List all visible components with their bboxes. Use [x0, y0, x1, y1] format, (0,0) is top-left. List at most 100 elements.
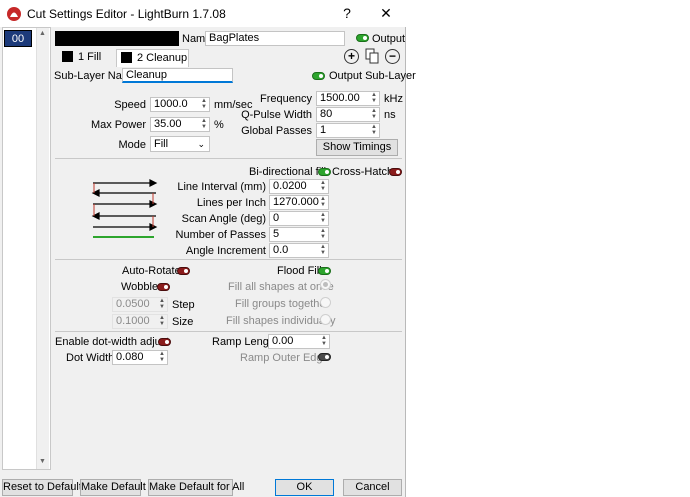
flood-fill-label: Flood Fill: [277, 265, 322, 277]
tab-label: 2 Cleanup: [137, 52, 188, 64]
frequency-label: Frequency: [260, 93, 312, 105]
output-sublayer-toggle[interactable]: [312, 72, 325, 80]
spinner-icon[interactable]: ▲ ▼: [319, 180, 327, 193]
ok-button[interactable]: OK: [275, 479, 334, 496]
tab-1-fill[interactable]: 1 Fill: [62, 49, 116, 67]
wobble-label: Wobble: [121, 281, 159, 293]
cross-hatch-toggle[interactable]: [389, 168, 402, 176]
sublayer-name-input[interactable]: Cleanup: [122, 68, 233, 83]
spinner-icon[interactable]: ▲ ▼: [319, 244, 327, 257]
angle-increment-label: Angle Increment: [185, 245, 266, 257]
reset-to-default-button[interactable]: Reset to Default: [2, 479, 82, 496]
output-label: Output: [372, 33, 406, 45]
ramp-length-value: 0.00: [272, 335, 294, 347]
dot-width-label: Dot Width:: [66, 352, 118, 364]
auto-rotate-label: Auto-Rotate: [122, 265, 181, 277]
lines-per-inch-input[interactable]: 1270.000 ▲ ▼: [269, 195, 329, 210]
mode-select[interactable]: Fill ⌄: [150, 136, 210, 152]
fill-all-label: Fill all shapes at once: [228, 281, 334, 293]
angle-increment-input[interactable]: 0.0 ▲ ▼: [269, 243, 329, 258]
max-power-input[interactable]: 35.00 ▲ ▼: [150, 117, 210, 132]
speed-input[interactable]: 1000.0 ▲ ▼: [150, 97, 210, 112]
ramp-outer-edge-toggle[interactable]: [318, 353, 331, 361]
ramp-length-input[interactable]: 0.00 ▲ ▼: [268, 334, 330, 349]
global-passes-value: 1: [320, 124, 327, 136]
cross-hatch-label: Cross-Hatch: [332, 166, 394, 178]
step-input[interactable]: 0.0500 ▲ ▼: [112, 297, 168, 312]
spinner-icon[interactable]: ▲ ▼: [319, 212, 327, 225]
qpulse-input[interactable]: 80 ▲ ▼: [316, 107, 380, 122]
spinner-icon[interactable]: ▲ ▼: [158, 315, 166, 328]
bidirectional-fill-diagram-icon: [91, 179, 158, 238]
tab-2-cleanup[interactable]: 2 Cleanup: [116, 49, 189, 67]
name-input[interactable]: BagPlates: [205, 31, 345, 46]
spinner-icon[interactable]: ▲ ▼: [319, 228, 327, 241]
fill-individually-label: Fill shapes individually: [226, 315, 336, 327]
speed-value: 1000.0: [154, 98, 188, 110]
frequency-value: 1500.00: [320, 92, 360, 104]
dot-width-input[interactable]: 0.080 ▲ ▼: [112, 350, 168, 365]
add-sublayer-icon[interactable]: +: [344, 49, 359, 64]
chevron-down-icon: ⌄: [197, 139, 205, 149]
number-of-passes-label: Number of Passes: [175, 229, 266, 241]
spinner-icon[interactable]: ▲ ▼: [319, 196, 327, 209]
ramp-outer-edge-label: Ramp Outer Edge: [240, 352, 329, 364]
flood-fill-toggle[interactable]: [318, 267, 331, 275]
fill-groups-label: Fill groups together: [235, 298, 330, 310]
dot-width-value: 0.080: [116, 351, 144, 363]
output-sublayer-label: Output Sub-Layer: [329, 70, 416, 82]
layer-color-swatch: [55, 31, 179, 46]
scroll-down-icon[interactable]: ▼: [39, 458, 46, 465]
qpulse-value: 80: [320, 108, 333, 120]
tab-label: 1 Fill: [78, 51, 102, 63]
fill-groups-radio[interactable]: [320, 297, 331, 308]
spinner-icon[interactable]: ▲ ▼: [158, 351, 166, 364]
size-input[interactable]: 0.1000 ▲ ▼: [112, 314, 168, 329]
make-default-button[interactable]: Make Default: [80, 479, 146, 496]
tab-swatch: [121, 52, 132, 63]
line-interval-value: 0.0200: [273, 180, 307, 192]
size-label: Size: [172, 316, 194, 328]
make-default-for-all-button[interactable]: Make Default for All: [148, 479, 244, 496]
spinner-icon[interactable]: ▲ ▼: [370, 124, 378, 137]
number-of-passes-input[interactable]: 5 ▲ ▼: [269, 227, 329, 242]
output-toggle[interactable]: [356, 34, 369, 42]
fill-individually-radio[interactable]: [320, 314, 331, 325]
spinner-icon[interactable]: ▲ ▼: [158, 298, 166, 311]
qpulse-unit: ns: [384, 109, 396, 121]
layer-list-scrollbar[interactable]: ▲ ▼: [36, 28, 49, 469]
scan-angle-label: Scan Angle (deg): [181, 213, 266, 225]
bidirectional-fill-toggle[interactable]: [318, 168, 331, 176]
scan-angle-input[interactable]: 0 ▲ ▼: [269, 211, 329, 226]
spinner-icon[interactable]: ▲ ▼: [320, 335, 328, 348]
lines-per-inch-label: Lines per Inch: [196, 197, 266, 209]
frequency-input[interactable]: 1500.00 ▲ ▼: [316, 91, 380, 106]
layer-item-00[interactable]: 00: [4, 30, 32, 47]
line-interval-input[interactable]: 0.0200 ▲ ▼: [269, 179, 329, 194]
spinner-icon[interactable]: ▲ ▼: [370, 92, 378, 105]
scroll-up-icon[interactable]: ▲: [39, 30, 46, 37]
divider: [55, 331, 402, 332]
speed-label: Speed: [114, 99, 146, 111]
lines-per-inch-value: 1270.000: [273, 196, 319, 208]
cancel-button[interactable]: Cancel: [343, 479, 402, 496]
remove-sublayer-icon[interactable]: −: [385, 49, 400, 64]
auto-rotate-toggle[interactable]: [177, 267, 190, 275]
help-button[interactable]: ?: [330, 3, 364, 23]
divider: [55, 158, 402, 159]
spinner-icon[interactable]: ▲ ▼: [200, 98, 208, 111]
duplicate-sublayer-icon[interactable]: [365, 48, 380, 64]
wobble-toggle[interactable]: [157, 283, 170, 291]
show-timings-button[interactable]: Show Timings: [316, 139, 398, 156]
number-of-passes-value: 5: [273, 228, 280, 240]
spinner-icon[interactable]: ▲ ▼: [200, 118, 208, 131]
spinner-icon[interactable]: ▲ ▼: [370, 108, 378, 121]
max-power-value: 35.00: [154, 118, 182, 130]
lightburn-logo-icon: [7, 7, 21, 21]
dot-width-adjust-toggle[interactable]: [158, 338, 171, 346]
fill-all-radio[interactable]: [320, 279, 331, 290]
global-passes-input[interactable]: 1 ▲ ▼: [316, 123, 380, 138]
window-title: Cut Settings Editor - LightBurn 1.7.08: [27, 7, 226, 21]
close-button[interactable]: ✕: [369, 3, 403, 23]
max-power-label: Max Power: [90, 119, 146, 131]
